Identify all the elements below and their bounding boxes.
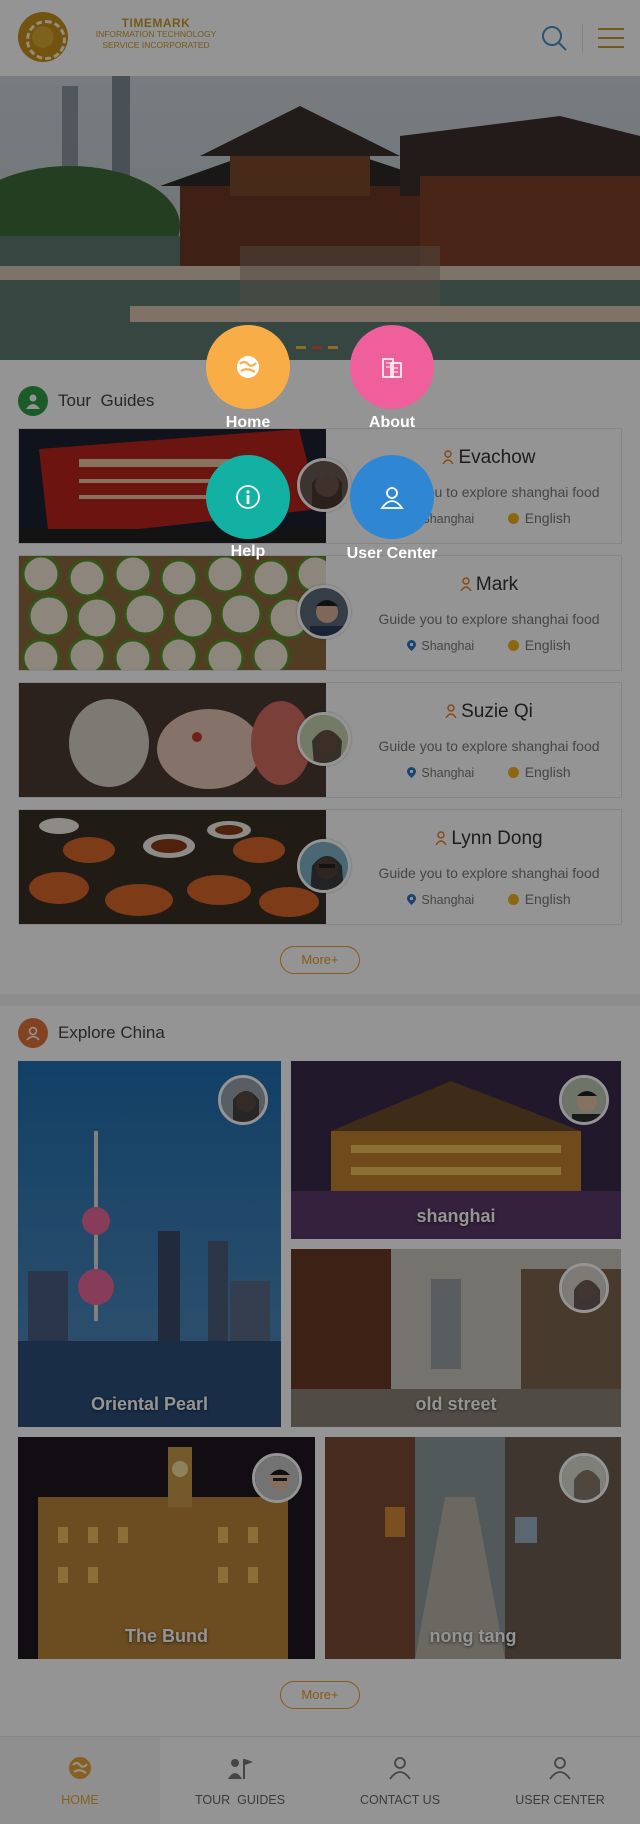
popup-about-button[interactable] <box>350 325 434 409</box>
popup-help-label: Help <box>230 543 266 560</box>
popup-home-button[interactable] <box>206 325 290 409</box>
popup-about-label: About <box>368 414 416 431</box>
info-icon <box>236 485 260 509</box>
dim-overlay[interactable] <box>0 0 640 1824</box>
popup-user-center-button[interactable] <box>350 455 434 539</box>
popup-user-center-label: User Center <box>346 545 438 562</box>
popup-home-label: Home <box>225 414 271 431</box>
user-person-icon <box>380 487 404 509</box>
popup-help-button[interactable] <box>206 455 290 539</box>
home-globe-icon <box>237 356 259 378</box>
building-icon <box>382 358 402 378</box>
